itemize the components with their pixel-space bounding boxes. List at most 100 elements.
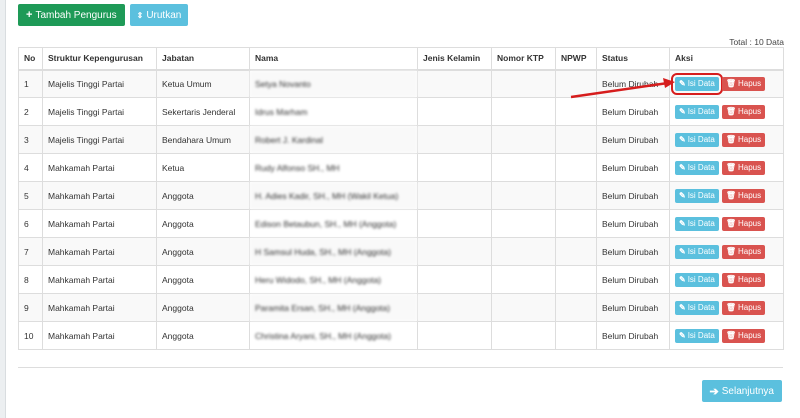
row-actions: ✎ Isi Data 🗑 Hapus [671, 72, 778, 95]
cell-nama: H. Adies Kadir, SH., MH (Wakil Ketua) [249, 181, 418, 210]
cell-status: Belum Dirubah [596, 209, 670, 238]
pencil-icon: ✎ [679, 247, 686, 256]
isi-data-button[interactable]: ✎ Isi Data [675, 104, 719, 119]
isi-data-label: Isi Data [687, 107, 715, 116]
hapus-label: Hapus [737, 275, 762, 284]
col-header-nomor-ktp: Nomor KTP [491, 47, 556, 71]
table-row: 3 Majelis Tinggi Partai Bendahara Umum Robe… [18, 125, 784, 154]
table-row: 4 Mahkamah Partai Ketua Rudy Alfonso SH., M… [18, 153, 784, 182]
hapus-label: Hapus [737, 135, 762, 144]
cell-aksi: ✎ Isi Data 🗑 Hapus [669, 69, 784, 98]
cell-nomor-ktp [491, 125, 556, 154]
cell-nama: Setya Novanto [249, 69, 418, 98]
cell-nomor-ktp [491, 237, 556, 266]
isi-data-button[interactable]: ✎ Isi Data [675, 160, 719, 175]
cell-nama: Rudy Alfonso SH., MH [249, 153, 418, 182]
next-button[interactable]: ➔ Selanjutnya [701, 380, 782, 402]
isi-data-button[interactable]: ✎ Isi Data [675, 300, 719, 315]
cell-aksi: ✎ Isi Data 🗑 Hapus [669, 97, 784, 126]
cell-status: Belum Dirubah [596, 125, 670, 154]
col-header-aksi: Aksi [669, 47, 784, 71]
cell-nomor-ktp [491, 265, 556, 294]
cell-no: 10 [18, 321, 43, 350]
hapus-button[interactable]: 🗑 Hapus [721, 216, 766, 231]
isi-data-button[interactable]: ✎ Isi Data [675, 216, 719, 231]
cell-aksi: ✎ Isi Data 🗑 Hapus [669, 321, 784, 350]
isi-data-button[interactable]: ✎ Isi Data [675, 132, 719, 147]
pencil-icon: ✎ [679, 219, 686, 228]
hapus-label: Hapus [737, 107, 762, 116]
cell-struktur: Mahkamah Partai [42, 237, 157, 266]
table-body: 1 Majelis Tinggi Partai Ketua Umum Setya No… [18, 69, 784, 350]
hapus-button[interactable]: 🗑 Hapus [721, 132, 766, 147]
trash-icon: 🗑 [725, 219, 736, 228]
cell-jenis-kelamin [417, 321, 492, 350]
isi-data-label: Isi Data [687, 275, 715, 284]
cell-nama: Edison Betaubun, SH., MH (Anggota) [249, 209, 418, 238]
row-actions: ✎ Isi Data 🗑 Hapus [675, 328, 778, 343]
cell-nama: Paramita Ersan, SH., MH (Anggota) [249, 293, 418, 322]
isi-data-label: Isi Data [687, 331, 715, 340]
cell-jenis-kelamin [417, 293, 492, 322]
hapus-label: Hapus [737, 219, 762, 228]
col-header-npwp: NPWP [555, 47, 597, 71]
hapus-button[interactable]: 🗑 Hapus [721, 300, 766, 315]
isi-data-button[interactable]: ✎ Isi Data [675, 244, 719, 259]
hapus-button[interactable]: 🗑 Hapus [721, 272, 766, 287]
table-row: 1 Majelis Tinggi Partai Ketua Umum Setya No… [18, 69, 784, 98]
add-pengurus-button[interactable]: + Tambah Pengurus [18, 4, 125, 26]
cell-npwp [555, 97, 597, 126]
hapus-label: Hapus [737, 191, 762, 200]
cell-aksi: ✎ Isi Data 🗑 Hapus [669, 265, 784, 294]
cell-jabatan: Ketua Umum [156, 69, 250, 98]
pencil-icon: ✎ [679, 163, 686, 172]
row-actions: ✎ Isi Data 🗑 Hapus [675, 244, 778, 259]
isi-data-button[interactable]: ✎ Isi Data [671, 72, 723, 95]
cell-jenis-kelamin [417, 97, 492, 126]
isi-data-label: Isi Data [687, 219, 715, 228]
cell-struktur: Mahkamah Partai [42, 265, 157, 294]
hapus-button[interactable]: 🗑 Hapus [721, 160, 766, 175]
cell-nama: Idrus Marham [249, 97, 418, 126]
cell-nama: Robert J. Kardinal [249, 125, 418, 154]
cell-struktur: Majelis Tinggi Partai [42, 125, 157, 154]
toolbar: + Tambah Pengurus ⇕ Urutkan [18, 4, 189, 26]
table-row: 9 Mahkamah Partai Anggota Paramita Ersan, S… [18, 293, 784, 322]
cell-nama: H Samsul Huda, SH., MH (Anggota) [249, 237, 418, 266]
cell-jenis-kelamin [417, 237, 492, 266]
isi-data-label: Isi Data [687, 303, 715, 312]
window-edge [0, 0, 6, 418]
cell-jenis-kelamin [417, 181, 492, 210]
row-actions: ✎ Isi Data 🗑 Hapus [675, 188, 778, 203]
cell-jenis-kelamin [417, 69, 492, 98]
cell-nama: Heru Widodo, SH., MH (Anggota) [249, 265, 418, 294]
pencil-icon: ✎ [679, 107, 686, 116]
cell-npwp [555, 237, 597, 266]
next-label: Selanjutnya [721, 385, 774, 397]
isi-data-button[interactable]: ✎ Isi Data [675, 328, 719, 343]
hapus-button[interactable]: 🗑 Hapus [721, 188, 766, 203]
trash-icon: 🗑 [725, 247, 736, 256]
cell-status: Belum Dirubah [596, 69, 670, 98]
cell-npwp [555, 209, 597, 238]
hapus-label: Hapus [737, 331, 762, 340]
row-actions: ✎ Isi Data 🗑 Hapus [675, 272, 778, 287]
cell-no: 2 [18, 97, 43, 126]
sort-button[interactable]: ⇕ Urutkan [129, 4, 189, 26]
cell-jabatan: Anggota [156, 181, 250, 210]
isi-data-label: Isi Data [687, 163, 715, 172]
hapus-button[interactable]: 🗑 Hapus [721, 104, 766, 119]
hapus-button[interactable]: 🗑 Hapus [721, 76, 766, 91]
isi-data-button[interactable]: ✎ Isi Data [675, 188, 719, 203]
isi-data-label: Isi Data [687, 135, 715, 144]
cell-jabatan: Anggota [156, 209, 250, 238]
hapus-button[interactable]: 🗑 Hapus [721, 244, 766, 259]
trash-icon: 🗑 [725, 107, 736, 116]
cell-struktur: Majelis Tinggi Partai [42, 69, 157, 98]
table-row: 6 Mahkamah Partai Anggota Edison Betaubun, … [18, 209, 784, 238]
col-header-struktur: Struktur Kepengurusan [42, 47, 157, 71]
cell-nama: Christina Aryani, SH., MH (Anggota) [249, 321, 418, 350]
cell-jenis-kelamin [417, 265, 492, 294]
hapus-button[interactable]: 🗑 Hapus [721, 328, 766, 343]
isi-data-button[interactable]: ✎ Isi Data [675, 272, 719, 287]
